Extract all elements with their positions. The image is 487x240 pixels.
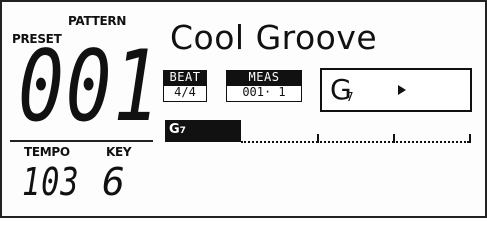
lcd-display: PATTERN PRESET 001 TEMPO KEY 103 6 Cool … — [0, 0, 487, 218]
track-chord-label: G7 — [169, 122, 186, 139]
beat-tick — [317, 134, 319, 143]
track-chord-extension: 7 — [179, 126, 186, 136]
pattern-label: PATTERN — [68, 14, 127, 28]
preset-number: 001 — [18, 30, 161, 144]
beat-value: 4/4 — [163, 85, 207, 102]
chord-track: G7 — [165, 120, 471, 154]
beat-tick — [393, 134, 395, 143]
play-icon — [398, 85, 406, 95]
beat-tick — [469, 134, 471, 143]
tempo-value: 103 — [22, 160, 80, 204]
key-value: 6 — [102, 160, 125, 204]
chord-extension: 7 — [346, 90, 354, 104]
tempo-label: TEMPO — [24, 145, 70, 159]
beat-label: BEAT — [163, 70, 207, 85]
track-chord-bar: G7 — [165, 120, 241, 142]
song-title: Cool Groove — [170, 18, 378, 57]
track-chord-name: G — [169, 122, 180, 137]
key-label: KEY — [106, 145, 132, 159]
track-dotted-line — [241, 141, 469, 143]
divider — [10, 140, 153, 142]
meas-value: 001· 1 — [226, 85, 302, 102]
current-chord-box: G 7 — [320, 68, 472, 112]
meas-label: MEAS — [226, 70, 302, 85]
